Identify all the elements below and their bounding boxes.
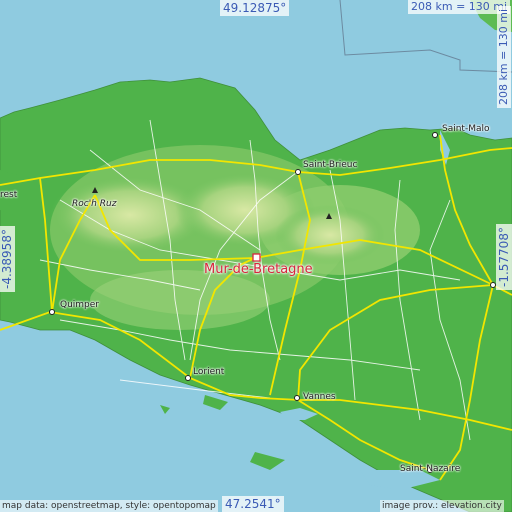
city-label-saint-brieuc: Saint-Brieuc	[303, 160, 358, 170]
coord-north: 49.12875°	[220, 0, 290, 16]
mur-de-bretagne-marker[interactable]	[252, 253, 261, 262]
rennes-marker	[490, 282, 496, 288]
city-label-brest: rest	[0, 190, 18, 200]
quimper-marker	[49, 309, 55, 315]
map-canvas[interactable]: Saint-Malo Saint-Brieuc rest Roc'h Ruz Q…	[0, 0, 512, 512]
coord-west: -4.38958°	[0, 226, 15, 292]
credit-right: image prov.: elevation.city	[380, 500, 504, 512]
terrain-map	[0, 0, 512, 512]
lorient-marker	[185, 375, 191, 381]
vannes-marker	[294, 395, 300, 401]
city-label-lorient: Lorient	[193, 367, 225, 377]
relief-mene	[275, 205, 385, 265]
summit-label-roch-ruz: Roc'h Ruz	[72, 199, 117, 209]
coord-east: -1.57708°	[496, 224, 512, 290]
relief-south	[90, 270, 270, 330]
city-label-saint-malo: Saint-Malo	[442, 124, 490, 134]
scale-horizontal: 208 km = 130 mi	[408, 0, 511, 14]
saint-brieuc-marker	[295, 169, 301, 175]
saint-malo-marker	[432, 132, 438, 138]
place-label[interactable]: Mur-de-Bretagne	[204, 262, 313, 277]
city-label-quimper: Quimper	[60, 300, 100, 310]
coord-south: 47.2541°	[222, 496, 284, 512]
scale-vertical: 208 km = 130 mi	[497, 5, 511, 108]
city-label-vannes: Vannes	[303, 392, 336, 402]
credit-left: map data: openstreetmap, style: opentopo…	[0, 500, 218, 512]
city-label-saint-nazaire: Saint-Nazaire	[400, 464, 461, 474]
